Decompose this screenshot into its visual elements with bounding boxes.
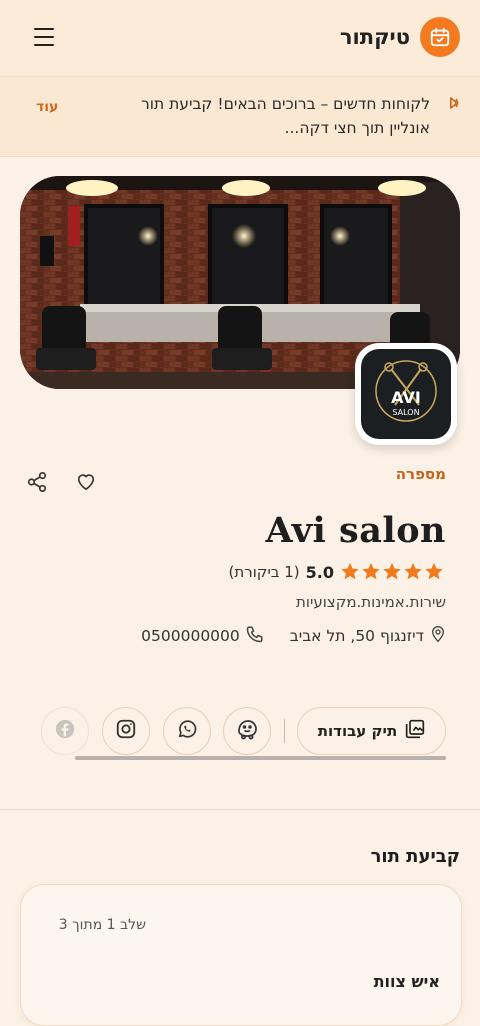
heart-icon[interactable] bbox=[75, 471, 97, 495]
whatsapp-button[interactable] bbox=[163, 707, 211, 755]
review-count[interactable]: (1 ביקורת) bbox=[229, 563, 300, 581]
facebook-icon bbox=[54, 718, 76, 744]
actions-scrollbar[interactable] bbox=[75, 756, 446, 760]
phone-number: 0500000000 bbox=[141, 627, 240, 645]
megaphone-icon bbox=[440, 93, 460, 117]
instagram-button[interactable] bbox=[102, 707, 150, 755]
gallery-icon bbox=[405, 719, 425, 743]
salon-logo-text: AVI bbox=[391, 388, 421, 407]
star-rating bbox=[340, 562, 446, 582]
booking-step-indicator: שלב 1 מתוך 3 bbox=[58, 917, 146, 933]
action-buttons: תיק עבודות bbox=[0, 707, 480, 757]
booking-section-title: קביעת תור bbox=[370, 846, 460, 867]
whatsapp-icon bbox=[176, 718, 198, 744]
salon-logo-subtext: SALON bbox=[392, 408, 419, 417]
instagram-icon bbox=[115, 718, 137, 744]
contact-row: דיזנגוף 50, תל אביב 0500000000 bbox=[141, 625, 446, 647]
actions-divider bbox=[284, 719, 285, 743]
waze-icon bbox=[235, 717, 259, 745]
announcement-text: לקוחות חדשים – ברוכים הבאים! קביעת תור א… bbox=[141, 95, 430, 137]
portfolio-label: תיק עבודות bbox=[317, 722, 398, 740]
business-address[interactable]: דיזנגוף 50, תל אביב bbox=[290, 627, 424, 645]
waze-button[interactable] bbox=[223, 707, 271, 755]
brand-name: טיקתור bbox=[339, 25, 410, 49]
hamburger-icon[interactable] bbox=[34, 28, 54, 46]
calendar-icon bbox=[420, 17, 460, 57]
phone-link[interactable]: 0500000000 bbox=[141, 625, 264, 647]
app-header: טיקתור bbox=[0, 0, 480, 77]
location-pin-icon bbox=[430, 625, 446, 647]
staff-section-label: איש צוות bbox=[373, 972, 440, 991]
facebook-button[interactable] bbox=[41, 707, 89, 755]
brand[interactable]: טיקתור bbox=[340, 17, 460, 57]
business-tagline: שירות.אמינות.מקצועיות bbox=[296, 593, 446, 611]
rating-row: 5.0 (1 ביקורת) bbox=[229, 562, 446, 582]
announcement-more-link[interactable]: עוד bbox=[36, 99, 58, 115]
business-name: Avi salon bbox=[265, 510, 446, 551]
phone-icon bbox=[246, 625, 264, 647]
portfolio-button[interactable]: תיק עבודות bbox=[297, 707, 446, 755]
section-divider bbox=[0, 809, 480, 810]
salon-logo: AVI SALON bbox=[355, 343, 457, 445]
business-category: מספרה bbox=[395, 465, 446, 483]
star-icon bbox=[341, 563, 443, 580]
rating-value: 5.0 bbox=[305, 562, 334, 582]
booking-card bbox=[20, 884, 462, 1026]
share-icon[interactable] bbox=[26, 471, 48, 497]
